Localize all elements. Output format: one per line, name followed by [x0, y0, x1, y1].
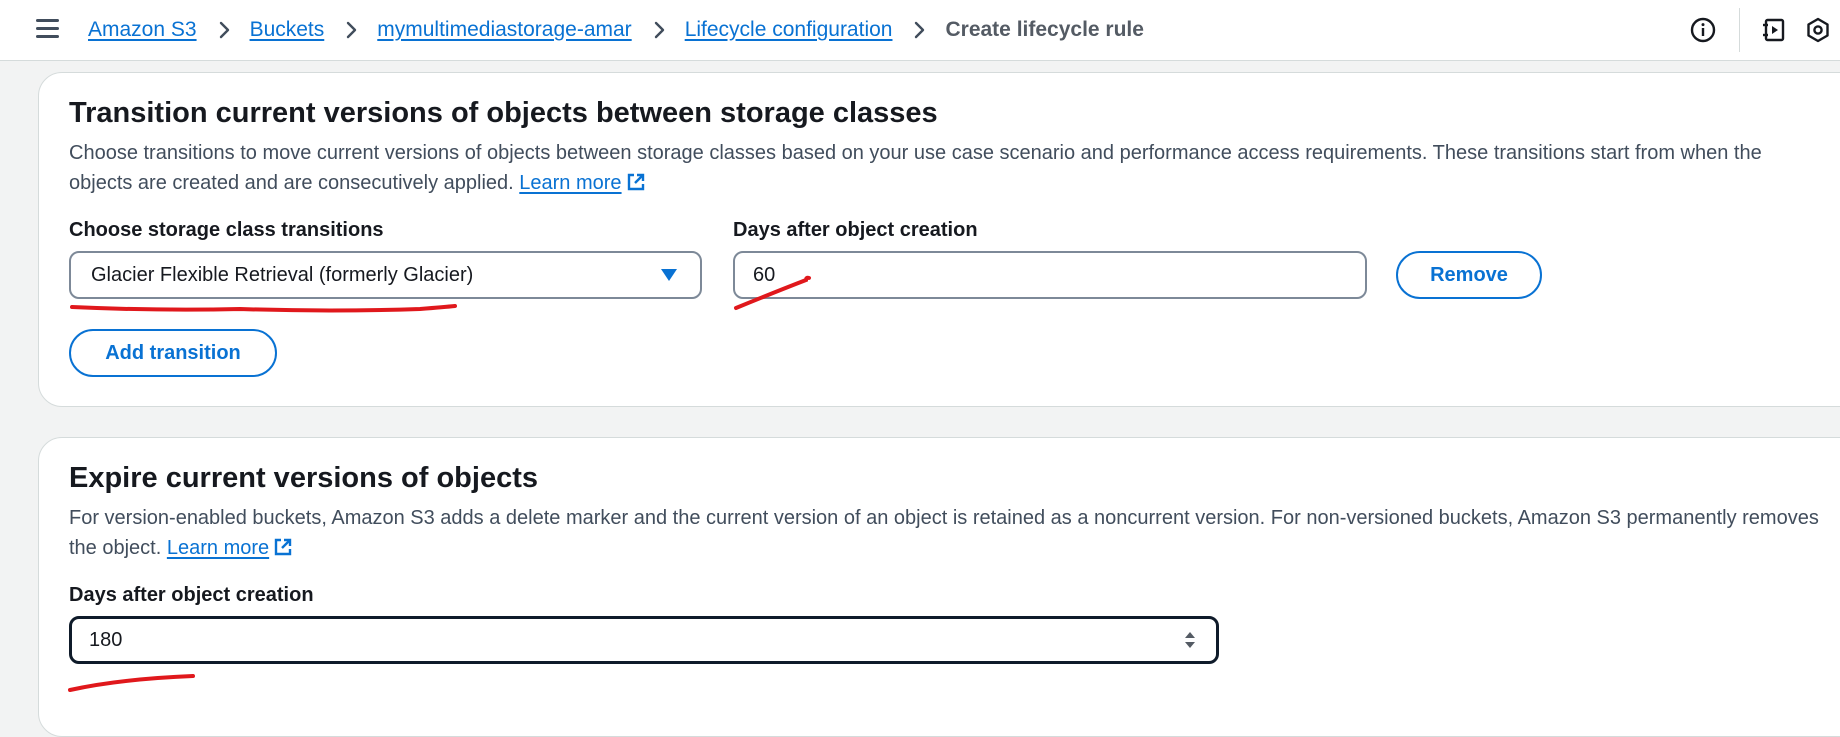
chevron-right-icon	[219, 21, 230, 39]
external-link-icon	[627, 173, 644, 191]
expire-panel: Expire current versions of objects For v…	[38, 437, 1840, 737]
transition-panel-title: Transition current versions of objects b…	[69, 97, 938, 129]
transition-description-text: Choose transitions to move current versi…	[69, 142, 1762, 194]
expire-panel-title: Expire current versions of objects	[69, 462, 538, 494]
learn-more-label: Learn more	[166, 537, 270, 559]
expire-learn-more-link[interactable]: Learn more	[167, 537, 293, 559]
expire-days-label: Days after object creation	[69, 584, 314, 606]
transition-panel-description: Choose transitions to move current versi…	[69, 138, 1829, 198]
remove-transition-button[interactable]: Remove	[1396, 251, 1542, 299]
transition-panel: Transition current versions of objects b…	[38, 72, 1840, 407]
breadcrumb-lifecycle-configuration[interactable]: Lifecycle configuration	[685, 18, 893, 42]
breadcrumb-bucket-name[interactable]: mymultimediastorage-amar	[377, 18, 631, 42]
storage-class-select[interactable]: Glacier Flexible Retrieval (formerly Gla…	[69, 251, 702, 299]
expire-days-field	[69, 616, 1219, 664]
expire-days-input[interactable]	[69, 616, 1219, 664]
breadcrumb-amazon-s3[interactable]: Amazon S3	[88, 18, 197, 42]
transition-learn-more-link[interactable]: Learn more	[519, 172, 645, 194]
chevron-right-icon	[346, 21, 357, 39]
settings-icon[interactable]	[1796, 8, 1840, 52]
divider	[1739, 8, 1740, 52]
utility-icons	[1681, 0, 1840, 60]
number-stepper-icon[interactable]	[1183, 628, 1197, 652]
notes-icon[interactable]	[1752, 8, 1796, 52]
transition-days-label: Days after object creation	[733, 219, 978, 241]
caret-down-icon	[661, 269, 677, 281]
chevron-right-icon	[914, 21, 925, 39]
external-link-icon	[274, 538, 292, 556]
info-icon[interactable]	[1681, 8, 1725, 52]
learn-more-label: Learn more	[519, 172, 622, 194]
chevron-right-icon	[654, 21, 665, 39]
breadcrumb: Amazon S3 Buckets mymultimediastorage-am…	[88, 16, 1144, 44]
expire-description-text: For version-enabled buckets, Amazon S3 a…	[69, 507, 1819, 559]
top-navigation-bar: Amazon S3 Buckets mymultimediastorage-am…	[0, 0, 1840, 61]
add-transition-button[interactable]: Add transition	[69, 329, 277, 377]
storage-class-selected-value: Glacier Flexible Retrieval (formerly Gla…	[91, 263, 474, 286]
storage-class-label: Choose storage class transitions	[69, 219, 384, 241]
expire-panel-description: For version-enabled buckets, Amazon S3 a…	[69, 503, 1829, 563]
hamburger-menu-icon[interactable]	[36, 19, 59, 38]
breadcrumb-buckets[interactable]: Buckets	[250, 18, 325, 42]
transition-days-input[interactable]	[733, 251, 1367, 299]
breadcrumb-current-page: Create lifecycle rule	[945, 18, 1144, 41]
